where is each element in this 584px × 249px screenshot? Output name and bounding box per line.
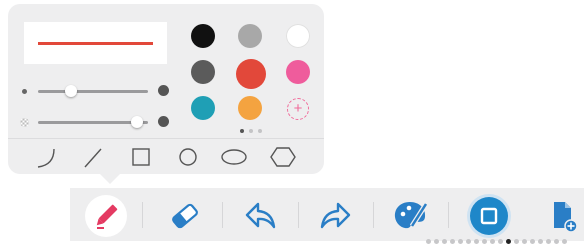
page-dot (450, 239, 455, 244)
line-tool[interactable] (78, 143, 108, 171)
thick-stroke-icon (158, 85, 169, 96)
thin-stroke-icon (22, 89, 27, 94)
color-swatch-dark-gray[interactable] (191, 60, 215, 84)
page-dot (490, 239, 495, 244)
line-icon (84, 148, 102, 168)
redo-button[interactable] (314, 194, 358, 238)
shape-tools-row (8, 140, 324, 174)
page-dot (434, 239, 439, 244)
page-dot (482, 239, 487, 244)
palette-page-dot (249, 129, 253, 133)
color-swatch-light-gray[interactable] (238, 24, 262, 48)
page-dot (546, 239, 551, 244)
thickness-slider-thumb[interactable] (65, 85, 77, 97)
pencil-tool-button[interactable] (84, 194, 128, 238)
panel-divider (8, 138, 324, 139)
page-dot (474, 239, 479, 244)
square-icon (132, 148, 150, 166)
redo-icon (320, 202, 351, 229)
transparency-icon (20, 118, 29, 127)
panel-pointer (100, 174, 120, 184)
color-swatch-black[interactable] (191, 24, 215, 48)
color-swatch-pink[interactable] (286, 60, 310, 84)
toolbar-divider (373, 202, 374, 228)
page-dot (442, 239, 447, 244)
page-dot (522, 239, 527, 244)
palette-page-dot (258, 129, 262, 133)
palette-page-dot-active (240, 129, 244, 133)
curve-icon (37, 148, 55, 168)
ellipse-tool[interactable] (219, 143, 249, 171)
eraser-tool-button[interactable] (163, 194, 207, 238)
page-dot (562, 239, 567, 244)
undo-button[interactable] (238, 194, 282, 238)
curve-tool[interactable] (32, 143, 62, 171)
color-swatch-red-orange[interactable] (236, 59, 266, 89)
thickness-slider-track[interactable] (38, 90, 148, 93)
thickness-slider[interactable] (20, 85, 170, 97)
ellipse-icon (221, 149, 247, 165)
toolbar-divider (222, 202, 223, 228)
toolbar-divider (142, 202, 143, 228)
circle-icon (179, 148, 197, 166)
color-swatch-orange[interactable] (238, 96, 262, 120)
toolbar-divider (298, 202, 299, 228)
page-dot (466, 239, 471, 244)
page-dot (530, 239, 535, 244)
undo-icon (245, 202, 276, 229)
hexagon-icon (270, 147, 296, 167)
color-swatch-teal[interactable] (191, 96, 215, 120)
page-dot (554, 239, 559, 244)
stroke-preview-line (38, 42, 153, 45)
page-dot (514, 239, 519, 244)
eraser-icon (172, 203, 198, 229)
stroke-preview (24, 22, 167, 64)
pencil-icon (85, 195, 127, 237)
add-color-button[interactable]: + (287, 98, 309, 120)
page-dot (426, 239, 431, 244)
bottom-toolbar (70, 188, 584, 244)
page-indicator (426, 231, 570, 244)
hexagon-tool[interactable] (268, 143, 298, 171)
rectangle-tool[interactable] (126, 143, 156, 171)
page-dot (498, 239, 503, 244)
plus-icon: + (293, 100, 303, 117)
circle-tool[interactable] (173, 143, 203, 171)
pen-settings-panel: + (8, 4, 324, 174)
opaque-icon (158, 116, 169, 127)
page-dot-active (506, 239, 511, 244)
page-dot (458, 239, 463, 244)
opacity-slider[interactable] (20, 116, 170, 128)
toolbar-divider (448, 202, 449, 228)
opacity-slider-thumb[interactable] (131, 116, 143, 128)
page-dot (538, 239, 543, 244)
color-swatch-white[interactable] (286, 24, 310, 48)
